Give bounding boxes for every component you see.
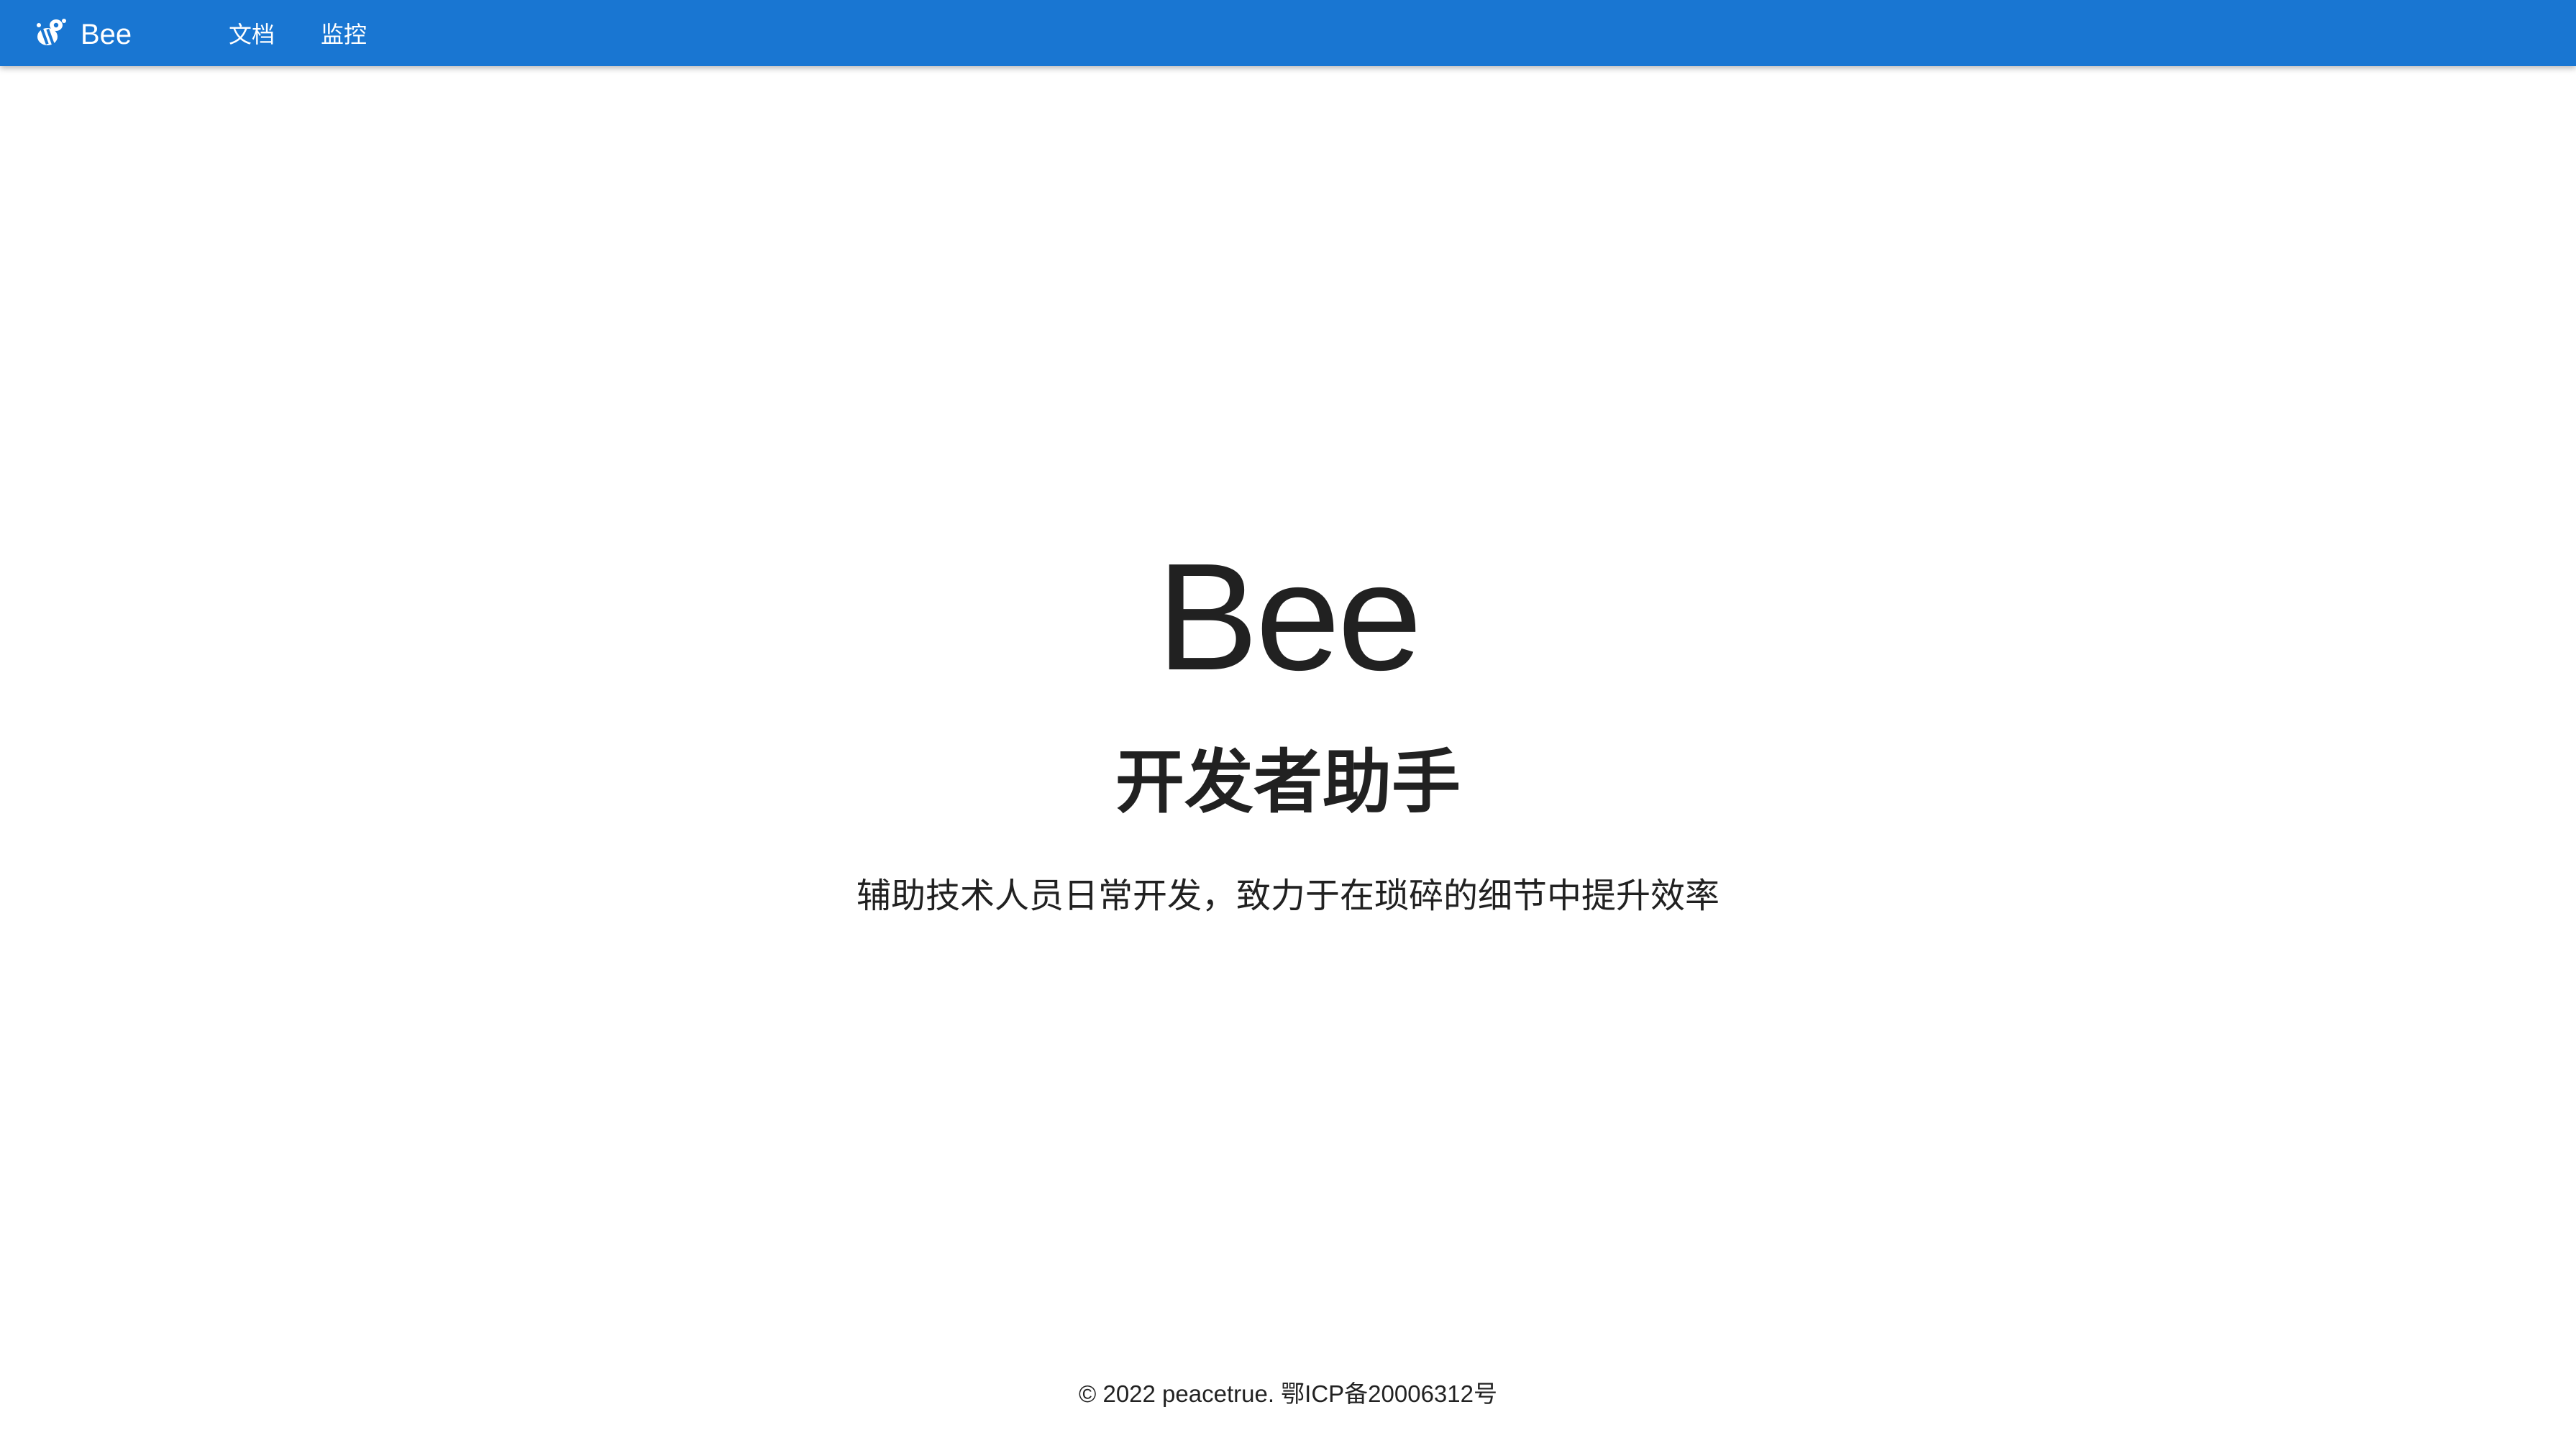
hero-title: Bee bbox=[1156, 531, 1422, 702]
bee-icon bbox=[37, 19, 66, 45]
nav-item-docs[interactable]: 文档 bbox=[216, 0, 288, 66]
brand-name: Bee bbox=[81, 19, 132, 50]
brand-link[interactable]: Bee bbox=[35, 0, 132, 66]
footer-copyright: © 2022 peacetrue. 鄂ICP备20006312号 bbox=[1078, 1380, 1497, 1407]
hero-subtitle: 开发者助手 bbox=[1115, 742, 1461, 822]
nav-item-monitor[interactable]: 监控 bbox=[308, 0, 380, 66]
main-nav: 文档 监控 bbox=[216, 0, 380, 66]
hero-description: 辅助技术人员日常开发，致力于在琐碎的细节中提升效率 bbox=[856, 876, 1719, 916]
app-bar: Bee 文档 监控 bbox=[0, 0, 2576, 66]
